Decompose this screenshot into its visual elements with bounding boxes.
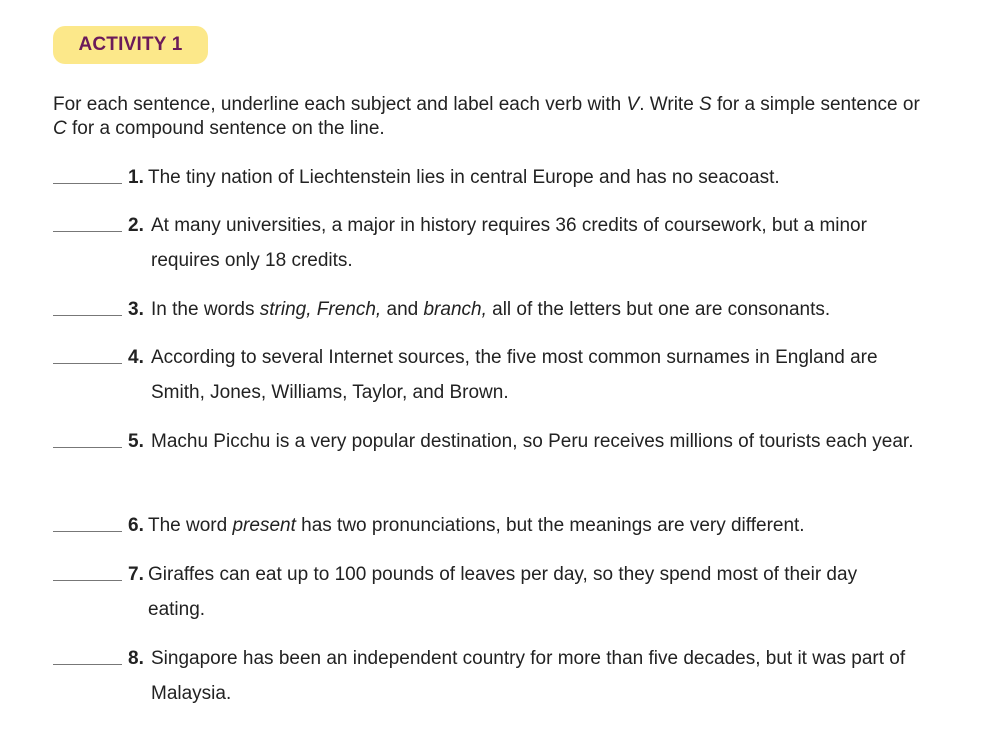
instructions-simple-mark: S bbox=[699, 94, 712, 115]
answer-blank-8[interactable] bbox=[53, 664, 122, 665]
item-text-1: The tiny nation of Liechtenstein lies in… bbox=[148, 167, 780, 188]
instructions-compound-mark: C bbox=[53, 118, 67, 139]
item-6-text-a: The word bbox=[148, 515, 233, 536]
item-number-8: 8. bbox=[128, 648, 144, 669]
answer-blank-2[interactable] bbox=[53, 231, 122, 232]
item-3-italic-b: branch, bbox=[423, 299, 487, 320]
item-number-5: 5. bbox=[128, 431, 144, 452]
item-text-5: Machu Picchu is a very popular destinati… bbox=[151, 431, 914, 452]
item-text-3: In the words string, French, and branch,… bbox=[151, 292, 921, 327]
item-number-1: 1. bbox=[128, 167, 144, 188]
instructions-text-3: for a simple sentence or bbox=[711, 94, 920, 115]
item-number-3: 3. bbox=[128, 299, 144, 320]
item-3-text-a: In the words bbox=[151, 299, 260, 320]
item-text-7: Giraffes can eat up to 100 pounds of lea… bbox=[148, 564, 858, 620]
item-text-6: The word present has two pronunciations,… bbox=[148, 508, 918, 543]
activity-badge: ACTIVITY 1 bbox=[53, 26, 208, 64]
item-number-2: 2. bbox=[128, 215, 144, 236]
item-6-text-b: has two pronunciations, but the meanings… bbox=[295, 515, 805, 536]
item-3-text-c: all of the letters but one are consonant… bbox=[486, 299, 831, 320]
instructions: For each sentence, underline each subjec… bbox=[53, 93, 933, 141]
item-text-2: At many universities, a major in history… bbox=[151, 215, 867, 271]
instructions-verb-mark: V bbox=[626, 94, 640, 115]
answer-blank-1[interactable] bbox=[53, 183, 122, 184]
item-3-text-b: and bbox=[381, 299, 424, 320]
answer-blank-3[interactable] bbox=[53, 315, 122, 316]
instructions-text-4: for a compound sentence on the line. bbox=[66, 118, 385, 139]
answer-blank-6[interactable] bbox=[53, 531, 122, 532]
answer-blank-7[interactable] bbox=[53, 580, 122, 581]
item-number-6: 6. bbox=[128, 515, 144, 536]
answer-blank-5[interactable] bbox=[53, 447, 122, 448]
instructions-text-1: For each sentence, underline each subjec… bbox=[53, 94, 627, 115]
item-3-italic-a: string, French, bbox=[259, 299, 382, 320]
activity-page: ACTIVITY 1 For each sentence, underline … bbox=[0, 0, 998, 743]
item-6-italic: present bbox=[232, 515, 296, 536]
item-text-4: According to several Internet sources, t… bbox=[151, 347, 878, 403]
answer-blank-4[interactable] bbox=[53, 363, 122, 364]
item-number-7: 7. bbox=[128, 564, 144, 585]
item-number-4: 4. bbox=[128, 347, 144, 368]
item-text-8: Singapore has been an independent countr… bbox=[151, 648, 906, 704]
instructions-text-2: . Write bbox=[639, 94, 700, 115]
